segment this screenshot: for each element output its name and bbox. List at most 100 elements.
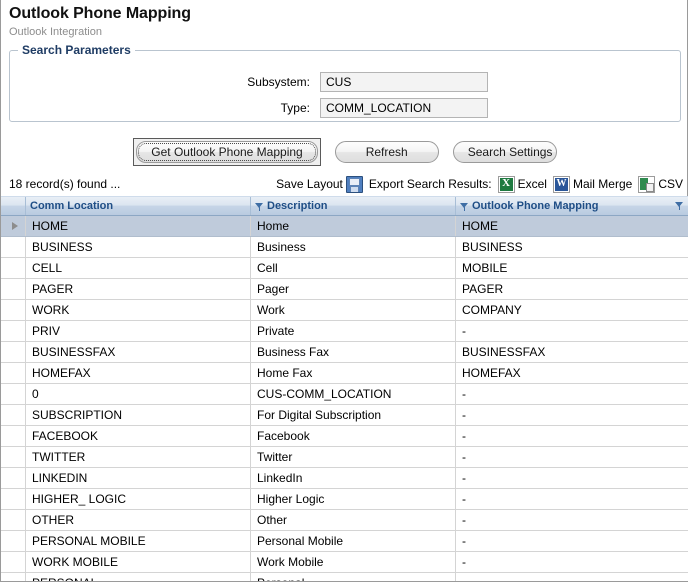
row-selector-gutter[interactable]	[1, 510, 26, 530]
save-layout-label: Save Layout	[276, 177, 343, 191]
cell-comm-location: HIGHER_ LOGIC	[26, 489, 251, 509]
table-row[interactable]: FACEBOOK Facebook -	[1, 426, 688, 447]
cell-description: Pager	[251, 279, 456, 299]
filter-funnel-icon[interactable]	[675, 201, 684, 210]
outlook-phone-mapping-window: Outlook Phone Mapping Outlook Integratio…	[0, 0, 688, 582]
cell-description: Home	[251, 216, 456, 236]
export-excel-button[interactable]: Excel	[497, 175, 547, 193]
cell-outlook-phone-mapping: -	[462, 534, 466, 548]
row-selector-gutter[interactable]	[1, 531, 26, 551]
row-selector-gutter[interactable]	[1, 384, 26, 404]
grid-body: HOME Home HOME BUSINESS Business BUSINESS CELL…	[1, 216, 688, 581]
cell-comm-location: HOMEFAX	[26, 363, 251, 383]
cell-description: Business Fax	[251, 342, 456, 362]
table-row[interactable]: HOMEFAX Home Fax HOMEFAX	[1, 363, 688, 384]
cell-outlook-phone-mapping: COMPANY	[462, 303, 522, 317]
save-layout-button[interactable]: Save Layout	[276, 175, 363, 193]
table-row[interactable]: TWITTER Twitter -	[1, 447, 688, 468]
save-floppy-icon[interactable]	[345, 175, 363, 193]
table-row[interactable]: HIGHER_ LOGIC Higher Logic -	[1, 489, 688, 510]
export-csv-button[interactable]: CSV	[638, 175, 683, 193]
table-row[interactable]: 0 CUS-COMM_LOCATION -	[1, 384, 688, 405]
cell-description: For Digital Subscription	[251, 405, 456, 425]
cell-comm-location: LINKEDIN	[26, 468, 251, 488]
results-grid: Comm Location Description Outlook Phone …	[1, 196, 688, 581]
row-selector-gutter[interactable]	[1, 447, 26, 467]
row-selector-gutter[interactable]	[1, 258, 26, 278]
row-selector-gutter[interactable]	[1, 468, 26, 488]
table-row[interactable]: CELL Cell MOBILE	[1, 258, 688, 279]
cell-comm-location: 0	[26, 384, 251, 404]
table-row[interactable]: PRIV Private -	[1, 321, 688, 342]
subsystem-label: Subsystem:	[247, 75, 310, 89]
row-selector-gutter[interactable]	[1, 552, 26, 572]
cell-description: Cell	[251, 258, 456, 278]
table-row[interactable]: BUSINESS Business BUSINESS	[1, 237, 688, 258]
search-parameters-legend: Search Parameters	[18, 43, 135, 57]
search-settings-button[interactable]: Search Settings	[452, 141, 557, 163]
cell-comm-location: HOME	[26, 216, 251, 236]
csv-icon[interactable]	[638, 175, 656, 193]
cell-comm-location: PERSONAL	[26, 573, 251, 581]
column-header-description[interactable]: Description	[251, 197, 456, 215]
type-input[interactable]	[320, 98, 488, 118]
table-row[interactable]: PERSONAL MOBILE Personal Mobile -	[1, 531, 688, 552]
cell-description: Facebook	[251, 426, 456, 446]
column-header-comm-location[interactable]: Comm Location	[26, 197, 251, 215]
column-header-description-label: Description	[267, 200, 328, 212]
subsystem-row: Subsystem:	[10, 71, 680, 93]
column-header-outlook-phone-mapping[interactable]: Outlook Phone Mapping	[456, 197, 688, 215]
cell-comm-location: BUSINESSFAX	[26, 342, 251, 362]
grid-header-row: Comm Location Description Outlook Phone …	[1, 196, 688, 216]
subsystem-input[interactable]	[320, 72, 488, 92]
get-outlook-phone-mapping-button[interactable]: Get Outlook Phone Mapping	[136, 141, 318, 163]
export-toolbar: Save Layout Export Search Results: Excel…	[276, 175, 688, 193]
row-selector-gutter[interactable]	[1, 237, 26, 257]
row-selector-gutter[interactable]	[1, 342, 26, 362]
cell-description: LinkedIn	[251, 468, 456, 488]
table-row[interactable]: WORK MOBILE Work Mobile -	[1, 552, 688, 573]
cell-description: Personal	[251, 573, 456, 581]
row-selector-gutter[interactable]	[1, 489, 26, 509]
row-selector-gutter[interactable]	[1, 573, 26, 581]
export-mail-merge-button[interactable]: Mail Merge	[552, 175, 632, 193]
search-parameters-panel: Search Parameters Subsystem: Type:	[9, 43, 681, 122]
cell-description: CUS-COMM_LOCATION	[251, 384, 456, 404]
type-row: Type:	[10, 97, 680, 119]
table-row[interactable]: WORK Work COMPANY	[1, 300, 688, 321]
cell-description: Work Mobile	[251, 552, 456, 572]
table-row[interactable]: LINKEDIN LinkedIn -	[1, 468, 688, 489]
cell-description: Private	[251, 321, 456, 341]
cell-outlook-phone-mapping: PAGER	[462, 282, 504, 296]
row-selector-arrow-icon[interactable]	[1, 216, 26, 236]
table-row[interactable]: PAGER Pager PAGER	[1, 279, 688, 300]
row-selector-gutter[interactable]	[1, 363, 26, 383]
table-row[interactable]: HOME Home HOME	[1, 216, 688, 237]
row-selector-gutter[interactable]	[1, 279, 26, 299]
filter-funnel-icon[interactable]	[255, 202, 264, 211]
excel-icon[interactable]	[497, 175, 515, 193]
cell-comm-location: FACEBOOK	[26, 426, 251, 446]
record-count-label: 18 record(s) found ...	[9, 177, 121, 191]
row-selector-gutter[interactable]	[1, 321, 26, 341]
cell-comm-location: WORK MOBILE	[26, 552, 251, 572]
refresh-button[interactable]: Refresh	[334, 141, 439, 163]
cell-comm-location: BUSINESS	[26, 237, 251, 257]
table-row[interactable]: PERSONALPersonal-	[1, 573, 688, 581]
filter-funnel-icon[interactable]	[460, 202, 469, 211]
row-selector-gutter[interactable]	[1, 405, 26, 425]
table-row[interactable]: BUSINESSFAX Business Fax BUSINESSFAX	[1, 342, 688, 363]
cell-outlook-phone-mapping: -	[462, 450, 466, 464]
cell-outlook-phone-mapping: -	[462, 555, 466, 569]
page-header: Outlook Phone Mapping Outlook Integratio…	[1, 0, 687, 40]
table-row[interactable]: OTHER Other -	[1, 510, 688, 531]
row-selector-gutter[interactable]	[1, 300, 26, 320]
row-selector-gutter[interactable]	[1, 426, 26, 446]
cell-outlook-phone-mapping: -	[462, 387, 466, 401]
table-row[interactable]: SUBSCRIPTION For Digital Subscription -	[1, 405, 688, 426]
cell-outlook-phone-mapping: -	[462, 408, 466, 422]
cell-comm-location: OTHER	[26, 510, 251, 530]
cell-outlook-phone-mapping: HOMEFAX	[462, 366, 521, 380]
word-icon[interactable]	[552, 175, 570, 193]
page-title: Outlook Phone Mapping	[9, 5, 191, 22]
